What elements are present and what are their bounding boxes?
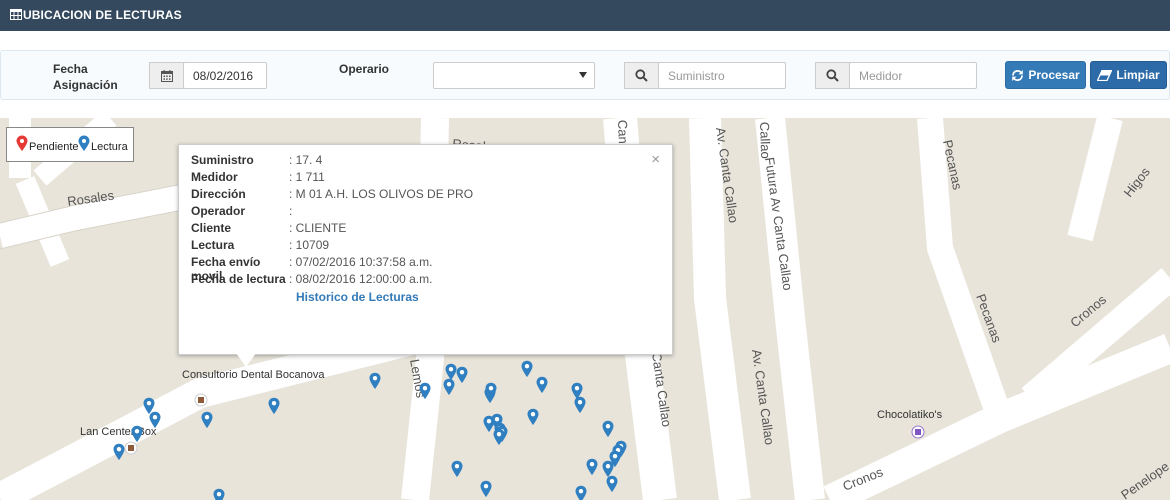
lectura-pin-icon[interactable] (536, 376, 548, 393)
popup-row-value: : CLIENTE (289, 221, 347, 235)
poi-label: Consultorio Dental Bocanova (182, 369, 325, 381)
procesar-label: Procesar (1028, 68, 1080, 82)
search-icon (635, 69, 648, 82)
lectura-pin-icon[interactable] (493, 428, 505, 445)
lectura-pin-icon[interactable] (602, 460, 614, 477)
lectura-pin-icon[interactable] (201, 411, 213, 428)
street-label: Av. Canta Callao (749, 348, 777, 446)
legend-lectura: Lectura (91, 141, 128, 153)
suministro-input[interactable] (658, 62, 786, 89)
lectura-pin-icon[interactable] (113, 443, 125, 460)
street-label: Callao (757, 122, 773, 159)
lectura-pin-icon[interactable] (575, 485, 587, 500)
historico-link[interactable]: Historico de Lecturas (296, 290, 419, 304)
lectura-pin-icon[interactable] (527, 408, 539, 425)
operario-label: Operario (339, 62, 390, 76)
popup-tail (236, 353, 256, 367)
street-label: Penelope (1118, 459, 1170, 500)
medidor-text[interactable] (850, 63, 976, 88)
lectura-pin-icon (78, 135, 90, 151)
street-label: Higos (1121, 164, 1154, 200)
lectura-pin-icon[interactable] (521, 360, 533, 377)
fecha-label: Fecha Asignación (53, 62, 118, 92)
popup-row-label: Fecha de lectura (191, 272, 286, 286)
lectura-pin-icon[interactable] (369, 372, 381, 389)
medidor-input[interactable] (849, 62, 977, 89)
popup-row-value: : 08/02/2016 12:00:00 a.m. (289, 272, 433, 286)
limpiar-button[interactable]: Limpiar (1090, 61, 1167, 89)
lectura-pin-icon[interactable] (586, 458, 598, 475)
popup-row-value: : 10709 (289, 238, 330, 252)
lectura-pin-icon[interactable] (451, 460, 463, 477)
lectura-pin-icon[interactable] (268, 397, 280, 414)
lectura-pin-icon[interactable] (571, 382, 583, 399)
legend-pendiente: Pendiente (29, 141, 79, 153)
lectura-pin-icon[interactable] (602, 420, 614, 437)
popup-row-label: Lectura (191, 238, 235, 252)
refresh-icon (1012, 69, 1024, 81)
top-bar: UBICACION DE LECTURAS (0, 0, 1170, 31)
search-icon (826, 69, 839, 82)
suministro-text[interactable] (659, 63, 785, 88)
poi-label: Lan Center Box (80, 426, 157, 438)
poi-label: Chocolatiko's (877, 409, 943, 421)
popup-row-label: Medidor (191, 170, 238, 184)
fecha-value: 08/02/2016 (193, 69, 254, 83)
lectura-pin-icon[interactable] (213, 488, 225, 500)
popup-row-label: Dirección (191, 187, 246, 201)
lectura-pin-icon[interactable] (445, 363, 457, 380)
eraser-icon (1097, 69, 1113, 81)
fecha-field[interactable]: 08/02/2016 (183, 62, 267, 89)
table-icon (10, 9, 22, 20)
popup-row-label: Operador (191, 204, 246, 218)
popup-row-value: : 07/02/2016 10:37:58 a.m. (289, 255, 433, 269)
lectura-pin-icon[interactable] (443, 378, 455, 395)
operario-select[interactable] (433, 62, 595, 89)
pendiente-pin-icon (16, 135, 28, 151)
popup-row-value: : 1 711 (289, 170, 325, 184)
lectura-pin-icon[interactable] (456, 366, 468, 383)
popup-row-value: : 17. 4 (289, 153, 323, 167)
popup-row-label: Suministro (191, 153, 254, 167)
map-view[interactable]: Rosales Rosales Cantu Callao Av. Canta C… (0, 118, 1170, 500)
calendar-icon (160, 69, 173, 82)
info-popup: × Suministro : 17. 4 Medidor : 1 711 Direcci… (178, 144, 673, 355)
lectura-pin-icon[interactable] (480, 480, 492, 497)
map-legend: Pendiente Lectura (6, 127, 134, 162)
page-title: UBICACION DE LECTURAS (23, 8, 182, 22)
poi-chocolatikos (911, 425, 925, 439)
popup-row-value: : (289, 204, 293, 218)
close-icon[interactable]: × (651, 151, 660, 168)
procesar-button[interactable]: Procesar (1005, 61, 1086, 89)
chevron-down-icon (579, 72, 587, 78)
popup-row-value: : M 01 A.H. LOS OLIVOS DE PRO (289, 187, 474, 201)
medidor-search-button[interactable] (815, 62, 850, 89)
suministro-search-button[interactable] (624, 62, 659, 89)
limpiar-label: Limpiar (1116, 68, 1160, 82)
popup-row-label: Cliente (191, 221, 232, 235)
calendar-button[interactable] (149, 62, 184, 89)
lectura-pin-icon[interactable] (606, 475, 618, 492)
lectura-pin-icon[interactable] (574, 396, 586, 413)
